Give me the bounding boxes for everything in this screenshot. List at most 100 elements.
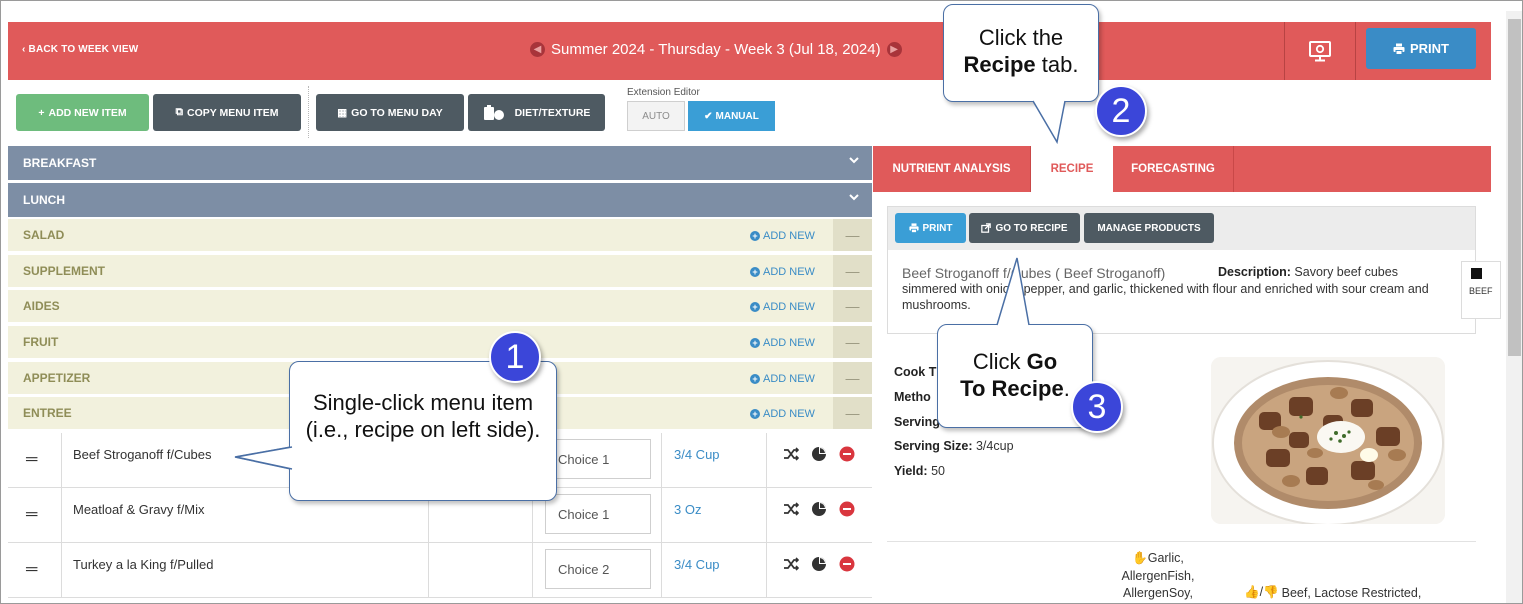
drag-handle-icon[interactable]: ═ (26, 561, 37, 579)
beef-stroganoff-image (1211, 357, 1445, 524)
next-day-button[interactable]: ▶ (886, 42, 902, 57)
copy-menu-item-button[interactable]: ⧉ COPY MENU ITEM (153, 94, 301, 131)
category-label: FRUIT (23, 335, 59, 349)
plus-circle-icon: + (750, 302, 760, 312)
add-new-item-button[interactable]: + ADD NEW ITEM (16, 94, 149, 131)
top-header-bar: ‹ BACK TO WEEK VIEW ◀ Summer 2024 - Thur… (8, 22, 1491, 80)
collapse-button[interactable]: — (833, 326, 872, 358)
shuffle-icon[interactable] (783, 501, 799, 517)
add-new-link[interactable]: + ADD NEW (750, 266, 815, 278)
allergen-item: AllergenSoy, (1123, 586, 1193, 600)
category-label: APPETIZER (23, 371, 91, 385)
printer-icon (1393, 43, 1405, 55)
yield-property: Yield: 50 (894, 464, 945, 478)
callout-2-line2: Recipe tab. (944, 51, 1098, 78)
prev-day-button[interactable]: ◀ (530, 42, 545, 57)
go-to-recipe-label: GO TO RECIPE (995, 222, 1068, 234)
recipe-print-button[interactable]: PRINT (895, 213, 966, 243)
auto-toggle[interactable]: AUTO (627, 101, 685, 131)
menu-item-name[interactable]: Beef Stroganoff f/Cubes (73, 447, 212, 462)
add-new-link[interactable]: + ADD NEW (750, 408, 815, 420)
category-row-supplement: SUPPLEMENT + ADD NEW — (8, 255, 872, 289)
add-new-link[interactable]: + ADD NEW (750, 373, 815, 385)
add-new-link[interactable]: + ADD NEW (750, 230, 815, 242)
category-row-aides: AIDES + ADD NEW — (8, 290, 872, 324)
print-label: PRINT (1410, 41, 1449, 56)
drag-handle-icon[interactable]: ═ (26, 451, 37, 469)
portion-link[interactable]: 3/4 Cup (674, 557, 720, 572)
portion-link[interactable]: 3/4 Cup (674, 447, 720, 462)
pie-chart-icon[interactable] (811, 556, 827, 572)
tab-recipe[interactable]: RECIPE (1031, 146, 1113, 192)
choice-field[interactable]: Choice 2 (545, 549, 651, 589)
remove-icon[interactable] (839, 446, 855, 462)
remove-icon[interactable] (839, 501, 855, 517)
table-row[interactable]: ═ Turkey a la King f/Pulled Choice 2 3/4… (8, 543, 872, 598)
serving-size-property: Serving Size: 3/4cup (894, 439, 1014, 453)
lunch-section-header[interactable]: LUNCH (8, 183, 872, 217)
scrollbar-thumb[interactable] (1508, 19, 1521, 356)
manual-toggle[interactable]: ✔ MANUAL (688, 101, 775, 131)
breakfast-section-header[interactable]: BREAKFAST (8, 146, 872, 180)
servings-property: Serving (894, 415, 940, 429)
add-new-link[interactable]: + ADD NEW (750, 301, 815, 313)
shuffle-icon[interactable] (783, 446, 799, 462)
step-badge-3: 3 (1071, 381, 1123, 433)
go-to-menu-day-button[interactable]: ▦ GO TO MENU DAY (316, 94, 464, 131)
plus-circle-icon: + (750, 409, 760, 419)
add-new-item-label: ADD NEW ITEM (48, 106, 127, 119)
go-to-recipe-button[interactable]: GO TO RECIPE (969, 213, 1080, 243)
add-new-label: ADD NEW (763, 373, 815, 385)
print-button[interactable]: PRINT (1366, 28, 1476, 69)
page-title: Summer 2024 - Thursday - Week 3 (Jul 18,… (551, 41, 881, 58)
collapse-button[interactable]: — (833, 290, 872, 322)
manage-products-button[interactable]: MANAGE PRODUCTS (1084, 213, 1214, 243)
add-new-label: ADD NEW (763, 266, 815, 278)
diet-texture-label: DIET/TEXTURE (514, 106, 591, 119)
collapse-button[interactable]: — (833, 255, 872, 287)
tab-divider (1233, 146, 1234, 192)
date-navigator: ◀ Summer 2024 - Thursday - Week 3 (Jul 1… (530, 41, 902, 58)
callout-3-bold1: Go (1026, 349, 1058, 374)
plus-circle-icon: + (750, 267, 760, 277)
chevron-down-icon (849, 194, 859, 201)
back-to-week-link[interactable]: ‹ BACK TO WEEK VIEW (22, 44, 138, 55)
category-label: AIDES (23, 299, 60, 313)
remove-icon[interactable] (839, 556, 855, 572)
prop-value: 3/4cup (975, 439, 1014, 453)
manual-label: MANUAL (715, 110, 759, 122)
collapse-button[interactable]: — (833, 362, 872, 394)
tab-forecasting[interactable]: FORECASTING (1113, 146, 1233, 192)
callout-step-2: Click the Recipe tab. (943, 4, 1099, 102)
callout-2-rest: tab. (1041, 52, 1079, 77)
extension-editor-label: Extension Editor (627, 87, 700, 98)
vertical-scrollbar[interactable] (1506, 11, 1522, 603)
diet-texture-icon (483, 104, 504, 120)
plus-circle-icon: + (750, 231, 760, 241)
copy-menu-item-label: COPY MENU ITEM (187, 106, 279, 119)
pie-chart-icon[interactable] (811, 501, 827, 517)
recipe-photo (1211, 357, 1445, 524)
collapse-button[interactable]: — (833, 397, 872, 429)
toolbar-divider (308, 86, 309, 138)
collapse-button[interactable]: — (833, 219, 872, 251)
display-settings-button[interactable] (1285, 22, 1355, 80)
thumbs-icon: 👍/👎 (1244, 585, 1279, 599)
beef-category-badge: BEEF (1461, 261, 1501, 319)
portion-link[interactable]: 3 Oz (674, 502, 701, 517)
category-row-fruit: FRUIT + ADD NEW — (8, 326, 872, 360)
diet-tags: 👍/👎 Beef, Lactose Restricted, (1244, 585, 1421, 600)
drag-handle-icon[interactable]: ═ (26, 506, 37, 524)
plus-icon: + (38, 106, 45, 119)
tab-nutrient-analysis[interactable]: NUTRIENT ANALYSIS (873, 146, 1030, 192)
detail-tabs: NUTRIENT ANALYSIS RECIPE FORECASTING (873, 146, 1491, 192)
pie-chart-icon[interactable] (811, 446, 827, 462)
prop-label: Serving Size: (894, 439, 973, 453)
callout-3-tail (996, 257, 1030, 326)
diet-texture-button[interactable]: DIET/TEXTURE (468, 94, 605, 131)
menu-item-name[interactable]: Meatloaf & Gravy f/Mix (73, 502, 204, 517)
menu-item-name[interactable]: Turkey a la King f/Pulled (73, 557, 213, 572)
callout-3-post: . (1063, 376, 1070, 401)
shuffle-icon[interactable] (783, 556, 799, 572)
add-new-link[interactable]: + ADD NEW (750, 337, 815, 349)
